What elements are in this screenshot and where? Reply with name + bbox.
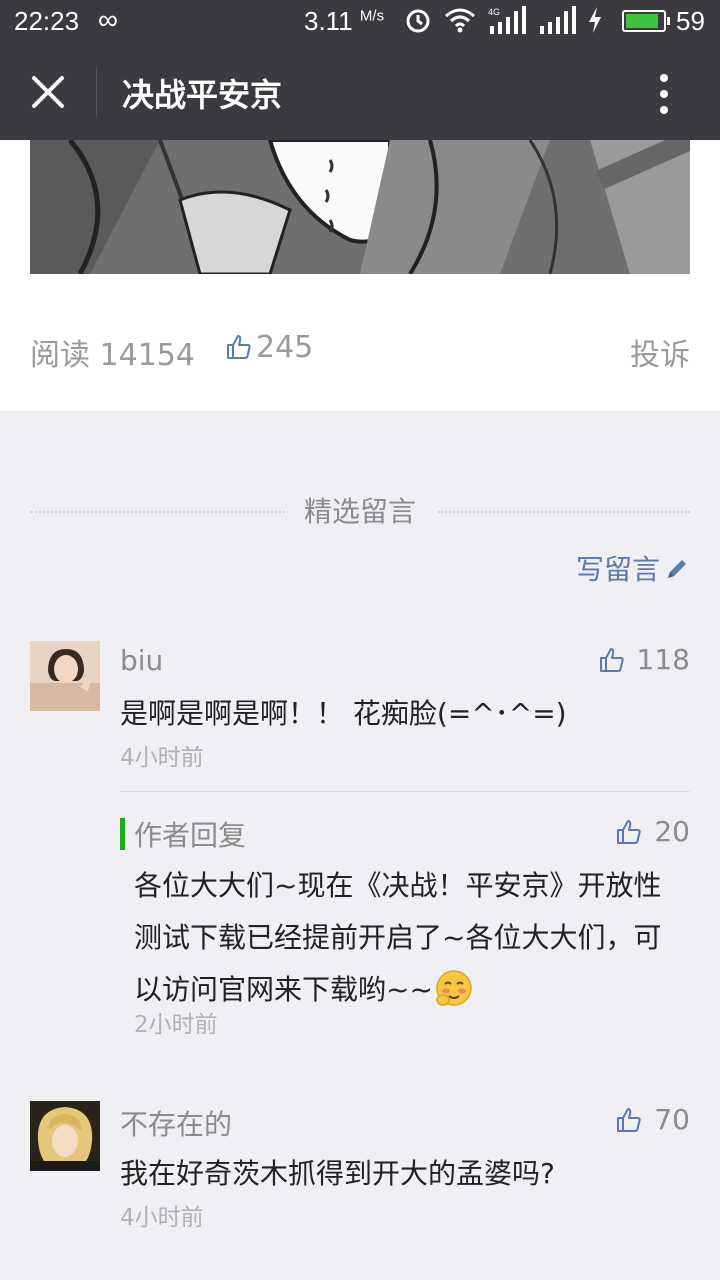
like-button[interactable]: 245 (226, 330, 313, 365)
svg-text:4G: 4G (488, 7, 500, 17)
thumbs-up-icon (617, 820, 641, 844)
author-reply-text: 各位大大们~现在《决战！平安京》开放性测试下载已经提前开启了~各位大大们，可以访… (134, 869, 662, 1006)
close-icon[interactable] (30, 74, 66, 110)
charging-icon (589, 7, 601, 33)
section-divider (0, 411, 720, 412)
status-bar: 22:23 ∞ 3.11 M/s 4G 59 (0, 0, 720, 44)
comment-author: 不存在的 (120, 1108, 233, 1141)
status-icons: 4G (404, 6, 602, 34)
article-image (30, 140, 690, 274)
thumbs-up-icon (599, 648, 624, 672)
pencil-icon (668, 560, 686, 578)
reply-like-button[interactable]: 20 (616, 815, 690, 848)
like-count: 245 (256, 330, 314, 365)
report-link[interactable]: 投诉 (630, 330, 690, 374)
comment-author: biu (120, 644, 164, 677)
avatar[interactable] (30, 1101, 100, 1171)
comment-like-count: 70 (654, 1103, 690, 1136)
infinity-icon: ∞ (98, 4, 118, 35)
more-vert-icon[interactable] (652, 72, 676, 116)
wifi-icon (445, 8, 475, 33)
page-title: 决战平安京 (122, 76, 283, 114)
comment-text: 是啊是啊是啊！！ 花痴脸(=^･^=) (120, 697, 567, 730)
comment-text: 我在好奇茨木抓得到开大的孟婆吗? (120, 1157, 555, 1190)
article-card: 阅读 14154 245 投诉 (0, 140, 720, 412)
blushing-emoji-icon (436, 970, 472, 1006)
featured-comments-header: 精选留言 (30, 490, 690, 530)
comment-time: 4小时前 (120, 1205, 204, 1231)
signal-icon (540, 6, 576, 34)
author-reply-label: 作者回复 (134, 819, 247, 852)
comment-time: 4小时前 (120, 745, 204, 771)
network-speed: 3.11 M/s (304, 6, 385, 36)
thumbs-up-icon (227, 335, 251, 359)
featured-comments-title: 精选留言 (303, 495, 416, 528)
write-comment-label: 写留言 (575, 553, 660, 586)
reply-divider (120, 791, 690, 792)
nav-bar: 决战平安京 (0, 44, 720, 140)
status-time: 22:23 (14, 6, 80, 36)
reply-like-count: 20 (654, 815, 690, 848)
battery-percent: 59 (676, 6, 705, 36)
write-comment-button[interactable]: 写留言 (576, 548, 690, 588)
dotted-divider-right (438, 511, 690, 513)
comment-like-button[interactable]: 70 (616, 1103, 690, 1136)
read-count: 阅读 14154 (30, 338, 195, 373)
comment-like-button[interactable]: 118 (599, 643, 690, 676)
battery-icon (622, 10, 670, 32)
thumbs-up-icon (617, 1108, 641, 1132)
signal-4g-icon: 4G (488, 6, 526, 34)
reply-marker (120, 818, 125, 850)
alarm-icon (406, 9, 430, 33)
comment-like-count: 118 (636, 643, 690, 676)
nav-divider (96, 68, 97, 116)
reply-time: 2小时前 (134, 1012, 218, 1038)
avatar[interactable] (30, 641, 100, 711)
